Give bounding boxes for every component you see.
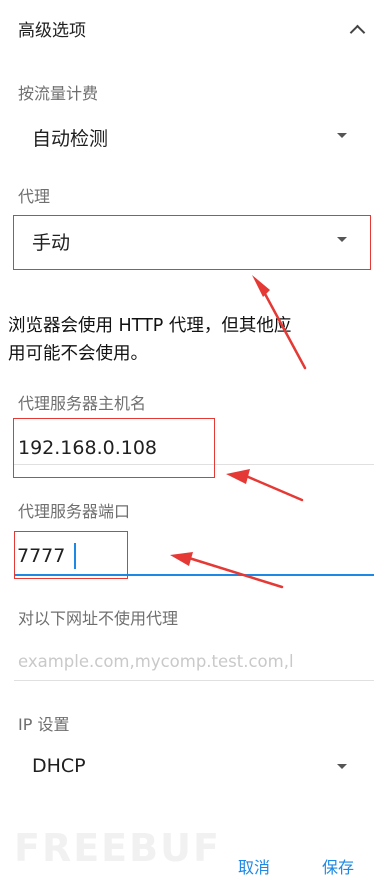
annotation-arrows — [170, 275, 307, 589]
arrow-icon — [252, 275, 270, 297]
